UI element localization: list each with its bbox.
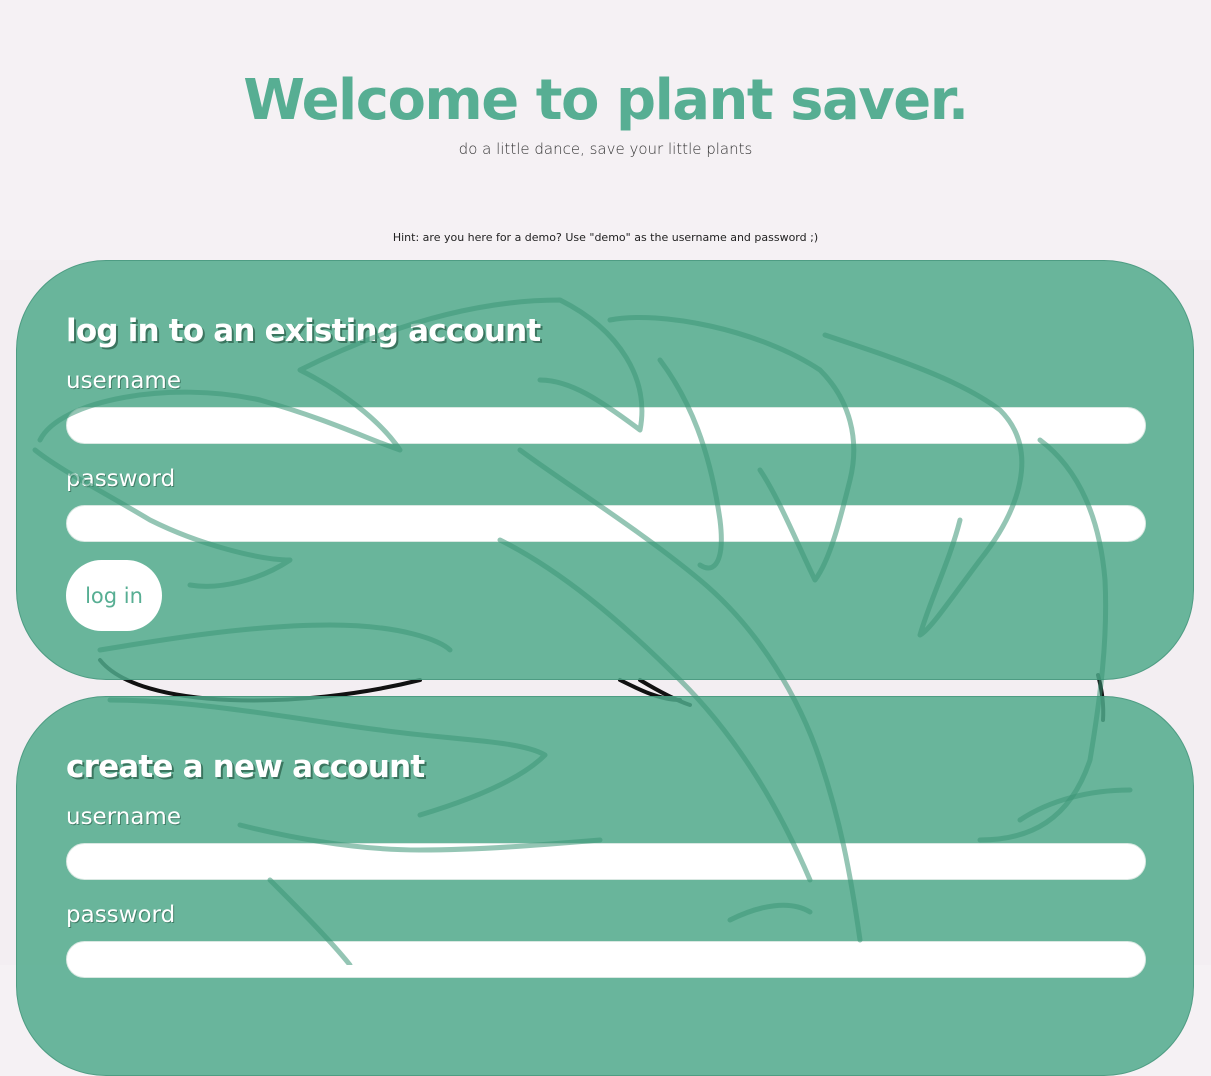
register-password-label: password: [66, 902, 176, 928]
login-password-input[interactable]: [66, 505, 1146, 542]
register-username-label: username: [66, 804, 181, 830]
register-password-input[interactable]: [66, 941, 1146, 978]
register-username-input[interactable]: [66, 843, 1146, 880]
demo-hint: Hint: are you here for a demo? Use "demo…: [392, 231, 819, 244]
login-password-label: password: [66, 466, 176, 492]
login-card: log in to an existing account username p…: [16, 260, 1194, 680]
register-card: create a new account username password: [16, 696, 1194, 1076]
register-heading: create a new account: [66, 749, 425, 785]
page-title: Welcome to plant saver.: [243, 68, 969, 133]
page-subtitle: do a little dance, save your little plan…: [458, 140, 753, 158]
login-username-label: username: [66, 368, 181, 394]
login-username-input[interactable]: [66, 407, 1146, 444]
login-button[interactable]: log in: [66, 560, 162, 631]
login-heading: log in to an existing account: [66, 313, 541, 349]
